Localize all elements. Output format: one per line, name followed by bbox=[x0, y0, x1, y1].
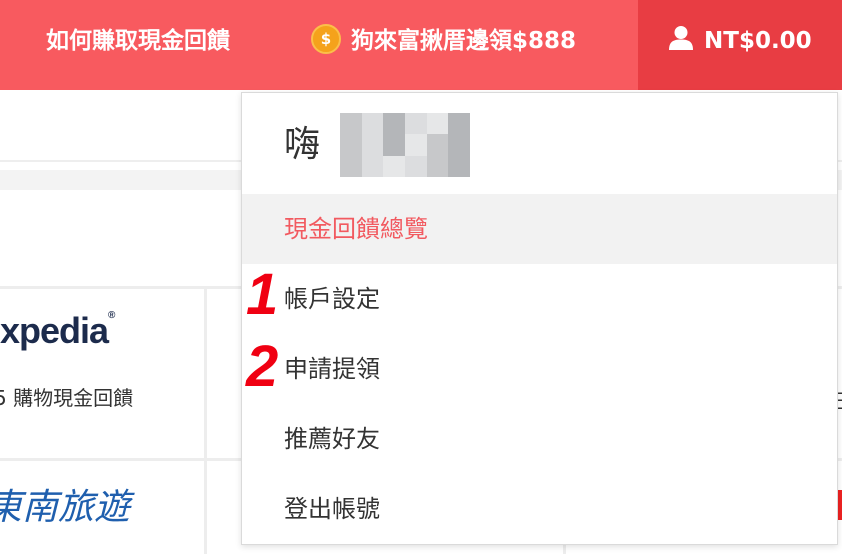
account-menu-button[interactable]: NT$0.00 bbox=[638, 0, 842, 90]
blurred-username bbox=[340, 113, 470, 177]
promo-link[interactable]: $ 狗來富揪厝邊領$888 bbox=[311, 0, 576, 90]
expedia-cashback-text: 5 購物現金回饋 bbox=[0, 386, 134, 410]
menu-item-refer-friend[interactable]: 推薦好友 bbox=[242, 404, 837, 474]
step-annotation-2: 2 bbox=[246, 334, 279, 399]
grid-divider bbox=[204, 286, 207, 554]
menu-item-logout[interactable]: 登出帳號 bbox=[242, 474, 837, 544]
user-icon bbox=[669, 25, 693, 50]
balance-label: NT$0.00 bbox=[704, 28, 812, 54]
menu-item-withdraw[interactable]: 申請提領 bbox=[242, 334, 837, 404]
step-annotation-1: 1 bbox=[246, 262, 279, 327]
top-navigation-bar: 如何賺取現金回饋 $ 狗來富揪厝邊領$888 NT$0.00 bbox=[0, 0, 842, 90]
menu-item-account-settings[interactable]: 帳戶設定 bbox=[242, 264, 837, 334]
dongnan-travel-logo[interactable]: 東南旅遊 bbox=[0, 478, 130, 530]
how-to-earn-link[interactable]: 如何賺取現金回饋 bbox=[46, 0, 230, 90]
menu-item-cashback-overview[interactable]: 現金回饋總覽 bbox=[242, 194, 837, 264]
greeting: 嗨 bbox=[284, 124, 321, 165]
account-dropdown-menu: 嗨 現金回饋總覽 帳戶設定 申請提領 推薦好友 登出帳號 bbox=[241, 92, 838, 545]
coin-icon: $ bbox=[311, 23, 341, 54]
expedia-logo[interactable]: xpedia® bbox=[0, 310, 115, 352]
promo-label: 狗來富揪厝邊領$888 bbox=[351, 28, 577, 54]
